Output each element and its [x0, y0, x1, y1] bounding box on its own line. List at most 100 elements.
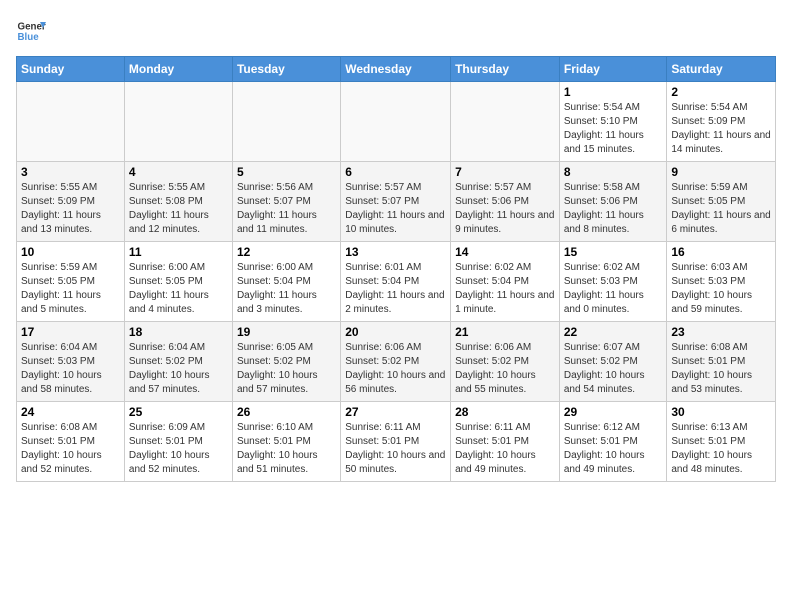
day-info: Sunrise: 5:56 AM Sunset: 5:07 PM Dayligh…	[237, 181, 336, 237]
day-number: 15	[564, 245, 663, 259]
weekday-header-sunday: Sunday	[17, 57, 125, 82]
day-info: Sunrise: 5:59 AM Sunset: 5:05 PM Dayligh…	[21, 261, 120, 317]
day-number: 3	[21, 165, 120, 179]
day-number: 7	[455, 165, 555, 179]
calendar-cell: 6 Sunrise: 5:57 AM Sunset: 5:07 PM Daylig…	[341, 162, 451, 242]
calendar-cell: 13 Sunrise: 6:01 AM Sunset: 5:04 PM Dayli…	[341, 242, 451, 322]
day-number: 24	[21, 405, 120, 419]
calendar-cell	[17, 82, 125, 162]
calendar-body: 1 Sunrise: 5:54 AM Sunset: 5:10 PM Daylig…	[17, 82, 776, 482]
weekday-header-wednesday: Wednesday	[341, 57, 451, 82]
day-number: 2	[671, 85, 771, 99]
calendar-cell: 9Sunrise: 5:59 AM Sunset: 5:05 PM Daylig…	[667, 162, 776, 242]
day-number: 19	[237, 325, 336, 339]
day-info: Sunrise: 6:00 AM Sunset: 5:05 PM Dayligh…	[129, 261, 228, 317]
calendar-cell: 24 Sunrise: 6:08 AM Sunset: 5:01 PM Dayli…	[17, 402, 125, 482]
calendar-cell: 2 Sunrise: 5:54 AM Sunset: 5:09 PM Daylig…	[667, 82, 776, 162]
day-info: Sunrise: 6:02 AM Sunset: 5:04 PM Dayligh…	[455, 261, 555, 317]
day-info: Sunrise: 6:03 AM Sunset: 5:03 PM Dayligh…	[671, 261, 771, 317]
day-info: Sunrise: 6:11 AM Sunset: 5:01 PM Dayligh…	[345, 421, 446, 477]
calendar-cell: 18Sunrise: 6:04 AM Sunset: 5:02 PM Dayli…	[124, 322, 232, 402]
day-number: 28	[455, 405, 555, 419]
day-number: 29	[564, 405, 663, 419]
day-number: 30	[671, 405, 771, 419]
calendar-week-3: 10 Sunrise: 5:59 AM Sunset: 5:05 PM Dayli…	[17, 242, 776, 322]
calendar-cell: 30 Sunrise: 6:13 AM Sunset: 5:01 PM Dayli…	[667, 402, 776, 482]
day-info: Sunrise: 6:09 AM Sunset: 5:01 PM Dayligh…	[129, 421, 228, 477]
calendar-cell: 29 Sunrise: 6:12 AM Sunset: 5:01 PM Dayli…	[559, 402, 667, 482]
day-number: 14	[455, 245, 555, 259]
day-number: 11	[129, 245, 228, 259]
day-number: 16	[671, 245, 771, 259]
day-info: Sunrise: 5:54 AM Sunset: 5:10 PM Dayligh…	[564, 101, 663, 157]
day-number: 17	[21, 325, 120, 339]
weekday-header-saturday: Saturday	[667, 57, 776, 82]
calendar-cell: 23 Sunrise: 6:08 AM Sunset: 5:01 PM Dayli…	[667, 322, 776, 402]
calendar-cell: 28 Sunrise: 6:11 AM Sunset: 5:01 PM Dayli…	[451, 402, 560, 482]
day-info: Sunrise: 6:05 AM Sunset: 5:02 PM Dayligh…	[237, 341, 336, 397]
day-info: Sunrise: 6:00 AM Sunset: 5:04 PM Dayligh…	[237, 261, 336, 317]
day-number: 6	[345, 165, 446, 179]
day-number: 8	[564, 165, 663, 179]
calendar-week-1: 1 Sunrise: 5:54 AM Sunset: 5:10 PM Daylig…	[17, 82, 776, 162]
day-number: 10	[21, 245, 120, 259]
day-info: Sunrise: 6:02 AM Sunset: 5:03 PM Dayligh…	[564, 261, 663, 317]
calendar-cell	[451, 82, 560, 162]
svg-text:Blue: Blue	[18, 32, 40, 43]
weekday-header-thursday: Thursday	[451, 57, 560, 82]
day-info: Sunrise: 6:07 AM Sunset: 5:02 PM Dayligh…	[564, 341, 663, 397]
day-number: 18	[129, 325, 228, 339]
day-number: 20	[345, 325, 446, 339]
day-info: Sunrise: 6:08 AM Sunset: 5:01 PM Dayligh…	[21, 421, 120, 477]
day-info: Sunrise: 5:54 AM Sunset: 5:09 PM Dayligh…	[671, 101, 771, 157]
weekday-header-friday: Friday	[559, 57, 667, 82]
day-number: 1	[564, 85, 663, 99]
calendar-cell	[232, 82, 340, 162]
calendar-week-5: 24 Sunrise: 6:08 AM Sunset: 5:01 PM Dayli…	[17, 402, 776, 482]
day-number: 21	[455, 325, 555, 339]
calendar-cell: 15 Sunrise: 6:02 AM Sunset: 5:03 PM Dayli…	[559, 242, 667, 322]
day-info: Sunrise: 6:10 AM Sunset: 5:01 PM Dayligh…	[237, 421, 336, 477]
calendar-cell: 10 Sunrise: 5:59 AM Sunset: 5:05 PM Dayli…	[17, 242, 125, 322]
day-info: Sunrise: 6:13 AM Sunset: 5:01 PM Dayligh…	[671, 421, 771, 477]
calendar-cell: 21 Sunrise: 6:06 AM Sunset: 5:02 PM Dayli…	[451, 322, 560, 402]
weekday-header-row: SundayMondayTuesdayWednesdayThursdayFrid…	[17, 57, 776, 82]
calendar-cell: 19 Sunrise: 6:05 AM Sunset: 5:02 PM Dayli…	[232, 322, 340, 402]
weekday-header-monday: Monday	[124, 57, 232, 82]
day-number: 26	[237, 405, 336, 419]
day-number: 25	[129, 405, 228, 419]
calendar-cell: 14 Sunrise: 6:02 AM Sunset: 5:04 PM Dayli…	[451, 242, 560, 322]
calendar-cell: 3Sunrise: 5:55 AM Sunset: 5:09 PM Daylig…	[17, 162, 125, 242]
calendar-cell: 5 Sunrise: 5:56 AM Sunset: 5:07 PM Daylig…	[232, 162, 340, 242]
day-number: 4	[129, 165, 228, 179]
calendar-cell: 22Sunrise: 6:07 AM Sunset: 5:02 PM Dayli…	[559, 322, 667, 402]
day-number: 27	[345, 405, 446, 419]
day-info: Sunrise: 6:11 AM Sunset: 5:01 PM Dayligh…	[455, 421, 555, 477]
day-number: 5	[237, 165, 336, 179]
calendar-cell: 1 Sunrise: 5:54 AM Sunset: 5:10 PM Daylig…	[559, 82, 667, 162]
calendar-cell: 20 Sunrise: 6:06 AM Sunset: 5:02 PM Dayli…	[341, 322, 451, 402]
logo: General Blue	[16, 16, 46, 46]
day-number: 12	[237, 245, 336, 259]
day-info: Sunrise: 5:58 AM Sunset: 5:06 PM Dayligh…	[564, 181, 663, 237]
calendar-week-2: 3Sunrise: 5:55 AM Sunset: 5:09 PM Daylig…	[17, 162, 776, 242]
day-number: 13	[345, 245, 446, 259]
day-number: 23	[671, 325, 771, 339]
day-info: Sunrise: 6:06 AM Sunset: 5:02 PM Dayligh…	[455, 341, 555, 397]
calendar-week-4: 17 Sunrise: 6:04 AM Sunset: 5:03 PM Dayli…	[17, 322, 776, 402]
calendar-cell: 8 Sunrise: 5:58 AM Sunset: 5:06 PM Daylig…	[559, 162, 667, 242]
calendar-cell: 11 Sunrise: 6:00 AM Sunset: 5:05 PM Dayli…	[124, 242, 232, 322]
calendar-cell: 27 Sunrise: 6:11 AM Sunset: 5:01 PM Dayli…	[341, 402, 451, 482]
day-info: Sunrise: 6:08 AM Sunset: 5:01 PM Dayligh…	[671, 341, 771, 397]
day-info: Sunrise: 5:57 AM Sunset: 5:07 PM Dayligh…	[345, 181, 446, 237]
calendar-cell: 17 Sunrise: 6:04 AM Sunset: 5:03 PM Dayli…	[17, 322, 125, 402]
day-info: Sunrise: 6:12 AM Sunset: 5:01 PM Dayligh…	[564, 421, 663, 477]
day-info: Sunrise: 6:06 AM Sunset: 5:02 PM Dayligh…	[345, 341, 446, 397]
calendar-cell: 4 Sunrise: 5:55 AM Sunset: 5:08 PM Daylig…	[124, 162, 232, 242]
day-info: Sunrise: 5:55 AM Sunset: 5:08 PM Dayligh…	[129, 181, 228, 237]
page-header: General Blue	[16, 16, 776, 46]
calendar-table: SundayMondayTuesdayWednesdayThursdayFrid…	[16, 56, 776, 482]
calendar-cell	[341, 82, 451, 162]
day-info: Sunrise: 6:01 AM Sunset: 5:04 PM Dayligh…	[345, 261, 446, 317]
day-info: Sunrise: 6:04 AM Sunset: 5:03 PM Dayligh…	[21, 341, 120, 397]
